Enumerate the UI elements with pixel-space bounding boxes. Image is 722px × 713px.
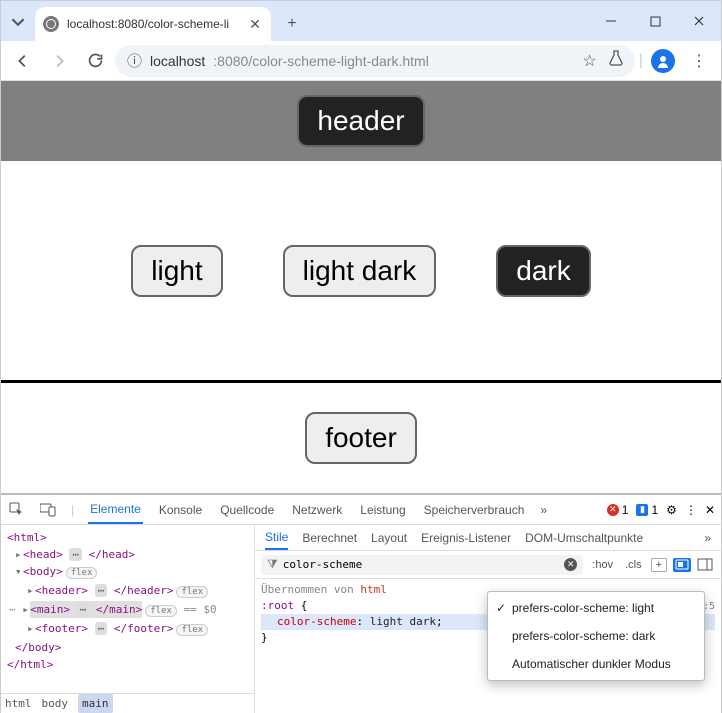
reload-icon xyxy=(87,52,104,69)
tab-search-dropdown[interactable] xyxy=(1,3,35,41)
dom-body-close[interactable]: </body> xyxy=(15,641,61,654)
url-bar[interactable]: ⓘ localhost :8080/color-scheme-light-dark… xyxy=(115,45,635,77)
tab-elements[interactable]: Elemente xyxy=(88,495,143,524)
close-devtools-icon[interactable]: ✕ xyxy=(705,503,715,517)
dom-dollar0: == $0 xyxy=(184,603,217,616)
browser-tab[interactable]: localhost:8080/color-scheme-li ✕ xyxy=(35,7,271,41)
tab-performance[interactable]: Leistung xyxy=(358,495,407,524)
breadcrumb-main[interactable]: main xyxy=(78,694,113,713)
new-rule-button[interactable]: + xyxy=(651,558,667,572)
close-icon xyxy=(693,15,705,27)
breadcrumb-body[interactable]: body xyxy=(42,695,69,712)
rule-selector[interactable]: :root xyxy=(261,599,294,612)
browser-toolbar: ⓘ localhost :8080/color-scheme-light-dark… xyxy=(1,41,721,81)
subtab-dombreak[interactable]: DOM-Umschaltpunkte xyxy=(525,531,643,545)
filter-icon: ⧩ xyxy=(267,557,278,572)
prefers-color-scheme-popup: prefers-color-scheme: light prefers-colo… xyxy=(487,591,705,681)
flex-badge[interactable]: flex xyxy=(145,605,177,617)
tab-sources[interactable]: Quellcode xyxy=(218,495,276,524)
arrow-right-icon xyxy=(50,52,68,70)
flex-badge[interactable]: flex xyxy=(176,586,208,598)
arrow-left-icon xyxy=(14,52,32,70)
browser-titlebar: localhost:8080/color-scheme-li ✕ + xyxy=(1,1,721,41)
dom-body[interactable]: <body> xyxy=(23,565,63,578)
more-subtabs-icon[interactable]: » xyxy=(704,531,711,545)
bookmark-icon[interactable]: ☆ xyxy=(583,51,597,71)
dom-footer[interactable]: <footer> xyxy=(35,622,88,635)
labs-icon[interactable] xyxy=(609,50,623,71)
url-path: :8080/color-scheme-light-dark.html xyxy=(213,53,429,69)
site-info-icon[interactable]: ⓘ xyxy=(127,50,142,71)
subtab-layout[interactable]: Layout xyxy=(371,531,407,545)
settings-icon[interactable]: ⚙ xyxy=(666,503,677,517)
subtab-listeners[interactable]: Ereignis-Listener xyxy=(421,531,511,545)
clear-filter-icon[interactable]: ✕ xyxy=(564,558,577,571)
device-icon[interactable] xyxy=(39,503,57,517)
inspect-icon[interactable] xyxy=(7,502,25,517)
reload-button[interactable] xyxy=(79,45,111,77)
light-dark-button[interactable]: light dark xyxy=(283,245,437,297)
page-main: light light dark dark xyxy=(1,161,721,380)
error-count[interactable]: ✕1 xyxy=(607,503,629,517)
breadcrumb-html[interactable]: html xyxy=(5,695,32,712)
kebab-icon[interactable]: ⋮ xyxy=(685,503,697,517)
tab-network[interactable]: Netzwerk xyxy=(290,495,344,524)
panel-layout-icon[interactable] xyxy=(697,558,715,572)
filter-input[interactable]: ⧩ color-scheme ✕ xyxy=(261,555,583,575)
devtools-tabs: | Elemente Konsole Quellcode Netzwerk Le… xyxy=(1,495,721,525)
subtab-computed[interactable]: Berechnet xyxy=(302,531,357,545)
tab-memory[interactable]: Speicherverbrauch xyxy=(422,495,527,524)
minimize-button[interactable] xyxy=(589,1,633,41)
dom-html-close[interactable]: </html> xyxy=(7,658,53,671)
chevron-down-icon xyxy=(11,15,25,29)
tab-title: localhost:8080/color-scheme-li xyxy=(67,17,239,31)
maximize-button[interactable] xyxy=(633,1,677,41)
maximize-icon xyxy=(650,16,661,27)
page-header: header xyxy=(1,81,721,161)
message-count[interactable]: ▮1 xyxy=(636,503,658,517)
back-button[interactable] xyxy=(7,45,39,77)
flex-badge[interactable]: flex xyxy=(66,567,98,579)
globe-icon xyxy=(43,16,59,32)
light-button[interactable]: light xyxy=(131,245,222,297)
page-content: header light light dark dark footer xyxy=(1,81,721,493)
tab-console[interactable]: Konsole xyxy=(157,495,204,524)
popup-option-auto[interactable]: Automatischer dunkler Modus xyxy=(488,650,704,678)
close-icon[interactable]: ✕ xyxy=(247,16,263,33)
avatar-icon xyxy=(651,49,675,73)
more-tabs-icon[interactable]: » xyxy=(540,503,547,517)
dom-tree[interactable]: <html> ▸<head> ⋯ </head> ▾<body>flex ▸<h… xyxy=(1,525,255,713)
cls-toggle[interactable]: .cls xyxy=(622,559,645,571)
profile-button[interactable] xyxy=(647,45,679,77)
close-window-button[interactable] xyxy=(677,1,721,41)
window-controls xyxy=(589,1,721,41)
dom-html-open[interactable]: <html> xyxy=(7,531,47,544)
styles-filter-row: ⧩ color-scheme ✕ :hov .cls + xyxy=(255,551,721,579)
page-footer: footer xyxy=(1,383,721,493)
header-button[interactable]: header xyxy=(297,95,424,147)
minimize-icon xyxy=(605,15,617,27)
dom-header[interactable]: <header> xyxy=(35,584,88,597)
render-emulation-button[interactable] xyxy=(673,558,691,572)
filter-value: color-scheme xyxy=(283,558,560,571)
forward-button[interactable] xyxy=(43,45,75,77)
popup-option-dark[interactable]: prefers-color-scheme: dark xyxy=(488,622,704,650)
footer-button[interactable]: footer xyxy=(305,412,417,464)
url-host: localhost xyxy=(150,53,205,69)
devtools-panel: | Elemente Konsole Quellcode Netzwerk Le… xyxy=(1,493,721,713)
dom-breadcrumb: html body main xyxy=(1,693,254,713)
hov-toggle[interactable]: :hov xyxy=(589,559,616,571)
rule-property[interactable]: color-scheme xyxy=(261,615,356,628)
dom-head[interactable]: <head> xyxy=(23,548,63,561)
styles-panel: Stile Berechnet Layout Ereignis-Listener… xyxy=(255,525,721,713)
styles-subtabs: Stile Berechnet Layout Ereignis-Listener… xyxy=(255,525,721,551)
popup-option-light[interactable]: prefers-color-scheme: light xyxy=(488,594,704,622)
rule-value[interactable]: light dark xyxy=(370,615,436,628)
subtab-styles[interactable]: Stile xyxy=(265,525,288,550)
dom-main[interactable]: <main> xyxy=(30,603,70,616)
flex-badge[interactable]: flex xyxy=(176,624,208,636)
menu-button[interactable]: ⋮ xyxy=(683,45,715,77)
dark-button[interactable]: dark xyxy=(496,245,590,297)
new-tab-button[interactable]: + xyxy=(277,9,307,39)
